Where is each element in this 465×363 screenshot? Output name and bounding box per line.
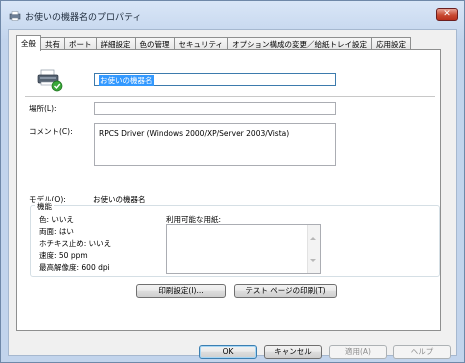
feature-resolution: 最高解像度: 600 dpi xyxy=(39,263,110,272)
comment-label: コメント(C): xyxy=(29,127,73,136)
print-settings-button[interactable]: 印刷設定(I)... xyxy=(136,284,226,298)
printer-name-value: お使いの機器名 xyxy=(99,75,154,86)
feature-staple: ホチキス止め: いいえ xyxy=(39,239,112,248)
location-label: 場所(L): xyxy=(29,104,57,113)
scroll-up-icon[interactable] xyxy=(310,237,316,240)
help-button[interactable]: ヘルプ xyxy=(393,345,451,359)
scroll-down-icon[interactable] xyxy=(310,259,316,262)
tab-general[interactable]: 全般 xyxy=(16,35,41,51)
paper-scrollbar[interactable] xyxy=(307,225,320,273)
printer-name-field[interactable]: お使いの機器名 xyxy=(94,73,336,86)
location-field[interactable] xyxy=(94,102,336,115)
comment-field[interactable]: RPCS Driver (Windows 2000/XP/Server 2003… xyxy=(94,123,336,166)
dialog-client: 全般 共有 ポート 詳細設定 色の管理 セキュリティ オプション構成の変更／給紙… xyxy=(8,29,457,359)
general-panel: お使いの機器名 場所(L): コメント(C): RPCS Driver (Win… xyxy=(16,49,441,331)
printer-icon xyxy=(9,11,21,21)
close-button[interactable]: ✕ xyxy=(436,8,458,21)
window-title: お使いの機器名のプロパティ xyxy=(25,13,142,23)
feature-speed: 速度: 50 ppm xyxy=(39,251,88,260)
features-title: 機能 xyxy=(35,201,54,212)
comment-value: RPCS Driver (Windows 2000/XP/Server 2003… xyxy=(99,129,290,138)
test-page-button[interactable]: テスト ページの印刷(T) xyxy=(234,284,337,298)
cancel-button[interactable]: キャンセル xyxy=(264,345,322,359)
apply-button[interactable]: 適用(A) xyxy=(329,345,387,359)
model-value: お使いの機器名 xyxy=(93,195,146,204)
feature-duplex: 両面: はい xyxy=(39,227,74,236)
ok-button[interactable]: OK xyxy=(199,345,257,359)
close-icon: ✕ xyxy=(443,9,451,19)
tab-strip: 全般 共有 ポート 詳細設定 色の管理 セキュリティ オプション構成の変更／給紙… xyxy=(16,35,412,51)
paper-listbox[interactable] xyxy=(166,224,321,274)
printer-status-icon xyxy=(37,69,63,92)
title-bar: お使いの機器名のプロパティ ✕ xyxy=(1,1,464,29)
properties-window: お使いの機器名のプロパティ ✕ 全般 共有 ポート 詳細設定 色の管理 セキュリ… xyxy=(0,0,465,363)
separator-top xyxy=(25,96,435,97)
feature-color: 色: いいえ xyxy=(39,215,74,224)
